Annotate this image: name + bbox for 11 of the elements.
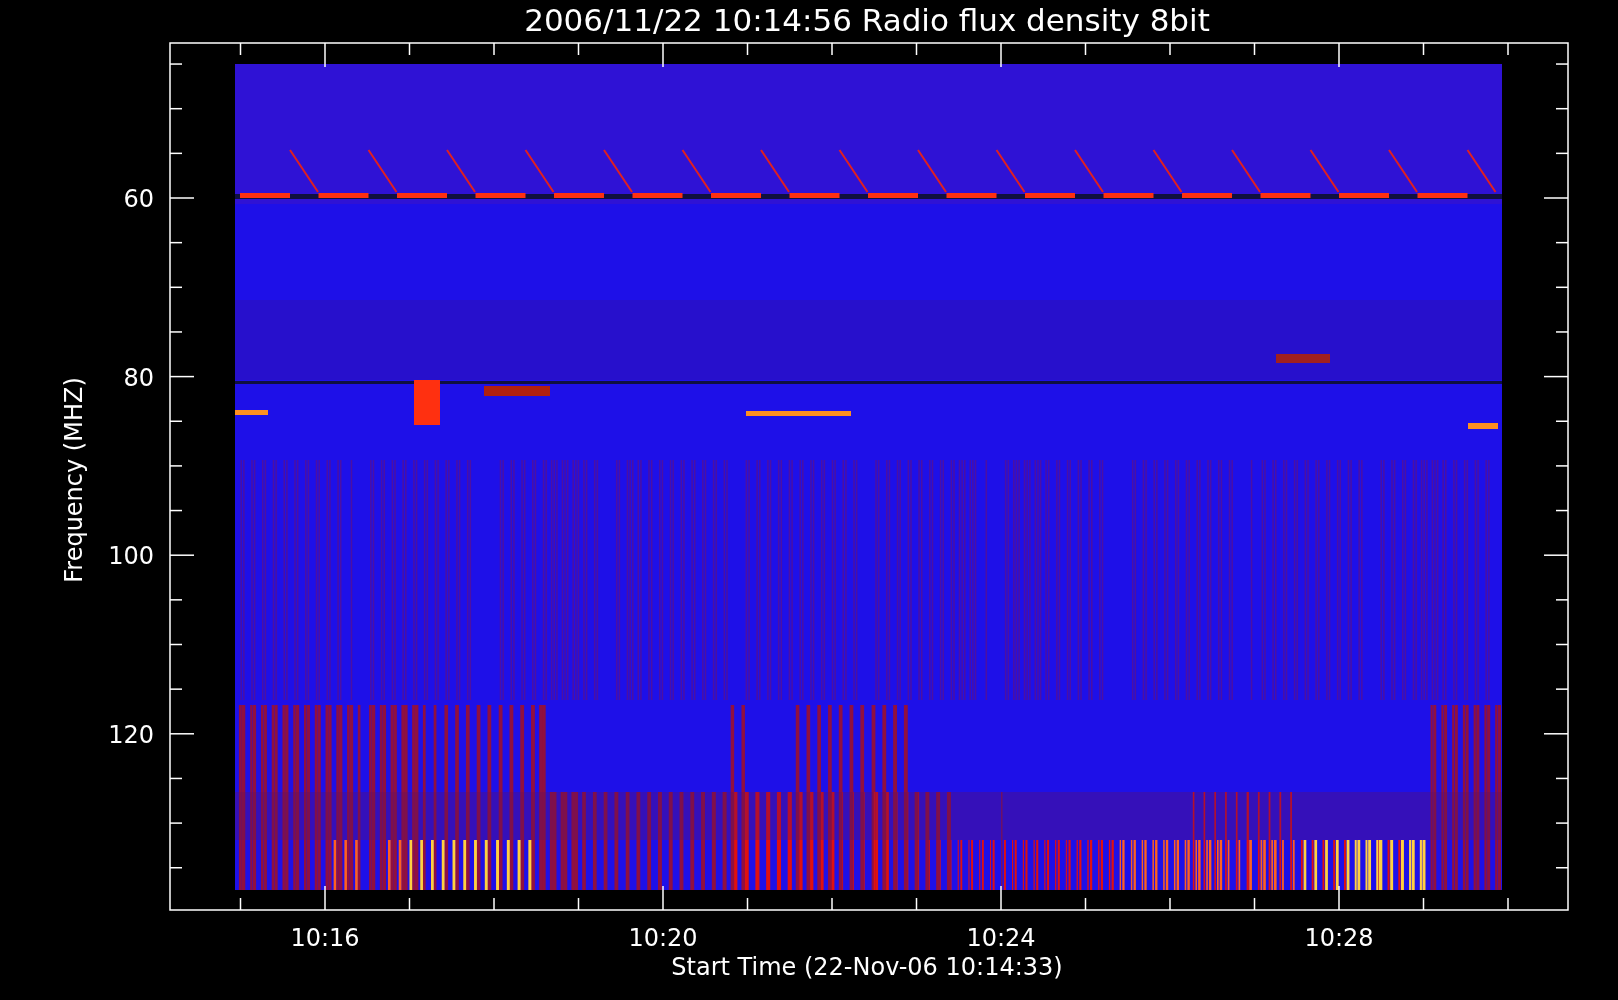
axis-title: Start Time (22-Nov-06 10:14:33)	[671, 953, 1063, 981]
chart-title: 2006/11/22 10:14:56 Radio flux density 8bit	[524, 2, 1210, 38]
axis-tick-label: 120	[108, 720, 154, 749]
axis-tick-label: 80	[123, 363, 154, 392]
axis-tick-label: 100	[108, 542, 154, 571]
axis-tick-label: 10:24	[966, 924, 1036, 952]
axis-tick-label: 10:28	[1304, 924, 1374, 952]
axis-title: Frequency (MHZ)	[60, 377, 88, 583]
axis-tick-label: 10:20	[628, 924, 698, 952]
axis-tick-label: 10:16	[290, 924, 360, 952]
axis-tick-label: 60	[123, 185, 154, 213]
